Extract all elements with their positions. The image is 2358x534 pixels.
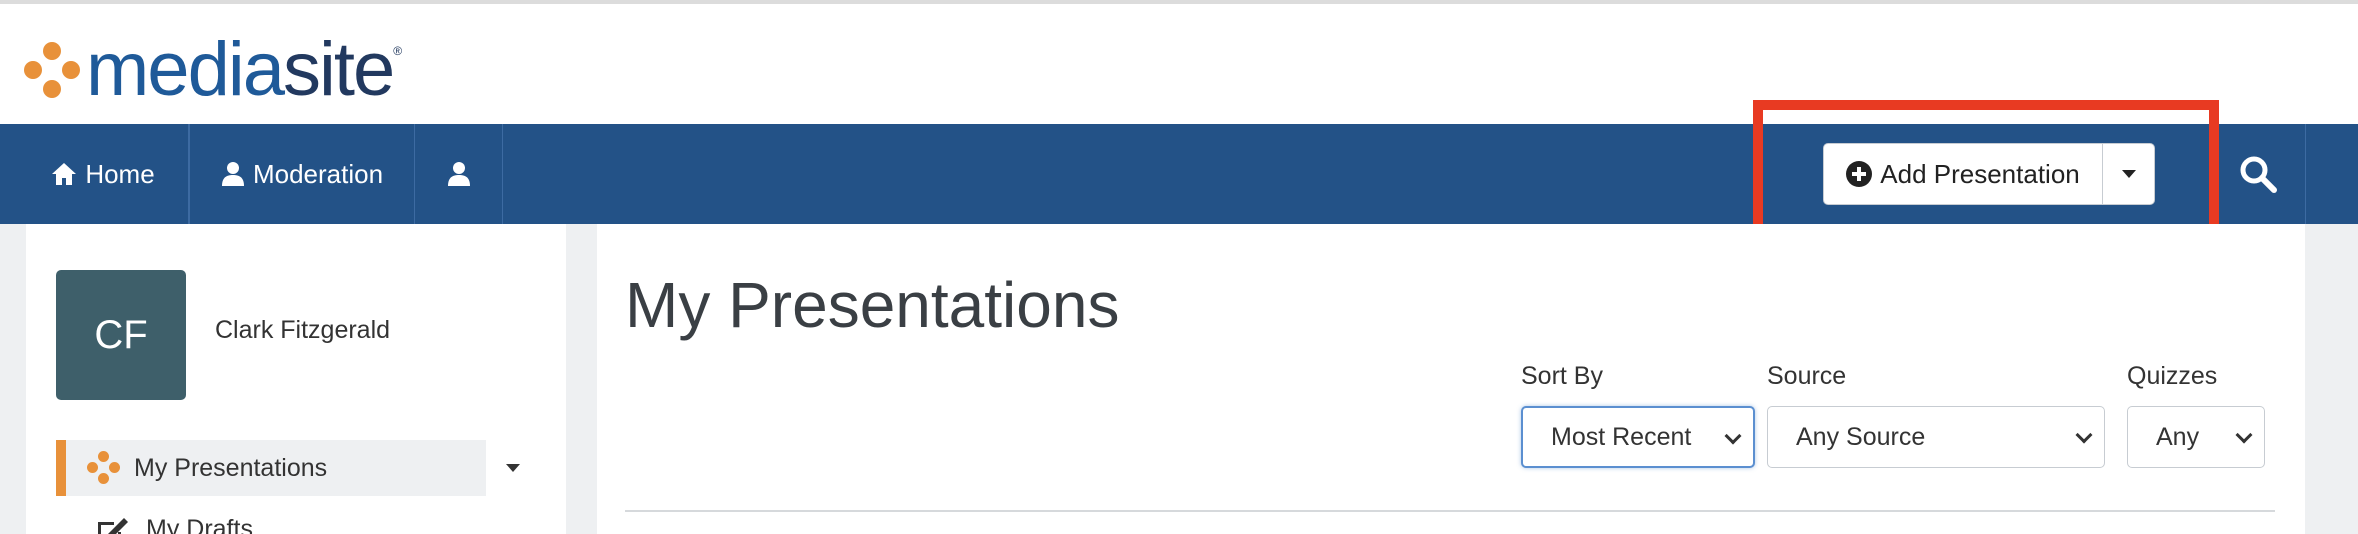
sort-by-select[interactable]: Most Recent [1521, 406, 1755, 468]
chevron-down-icon [2075, 426, 2093, 444]
search-icon [2240, 156, 2277, 193]
divider [625, 510, 2275, 512]
source-value: Any Source [1796, 422, 1926, 451]
page-title: My Presentations [625, 269, 1120, 341]
search-button[interactable] [2210, 124, 2306, 224]
quizzes-label: Quizzes [2127, 362, 2218, 390]
main-content: My Presentations Sort By Source Quizzes … [597, 224, 2305, 534]
sort-by-value: Most Recent [1551, 422, 1692, 451]
logo-text: mediasite [86, 27, 395, 112]
sidebar-item-my-drafts[interactable]: My Drafts [96, 514, 253, 534]
user-name: Clark Fitzgerald [215, 316, 391, 344]
source-select[interactable]: Any Source [1767, 406, 2105, 468]
home-icon [52, 163, 77, 185]
sidebar-item-label: My Presentations [134, 453, 328, 482]
nav-moderation-label: Moderation [252, 158, 384, 189]
nav-user-profile[interactable] [415, 124, 503, 224]
nav-home[interactable]: Home [0, 124, 189, 224]
nav-home-label: Home [85, 158, 155, 189]
source-label: Source [1767, 362, 1847, 390]
sidebar: CF Clark Fitzgerald My Presentations My … [26, 224, 566, 534]
logo-mark-icon [22, 40, 82, 100]
sidebar-expand-caret-icon[interactable] [506, 464, 520, 472]
sort-by-label: Sort By [1521, 362, 1603, 390]
user-icon [447, 162, 470, 186]
chevron-down-icon [2235, 426, 2253, 444]
sidebar-item-my-presentations[interactable]: My Presentations [56, 440, 486, 496]
mediasite-logo[interactable]: mediasite ® [22, 30, 402, 110]
avatar[interactable]: CF [56, 270, 186, 400]
nav-moderation[interactable]: Moderation [189, 124, 415, 224]
presentations-icon [86, 450, 122, 486]
quizzes-value: Any [2156, 422, 2200, 451]
registered-mark: ® [393, 44, 403, 58]
person-icon [221, 162, 244, 186]
sidebar-item-label: My Drafts [146, 514, 253, 534]
quizzes-select[interactable]: Any [2127, 406, 2265, 468]
edit-icon [98, 518, 128, 534]
chevron-down-icon [1724, 427, 1742, 445]
